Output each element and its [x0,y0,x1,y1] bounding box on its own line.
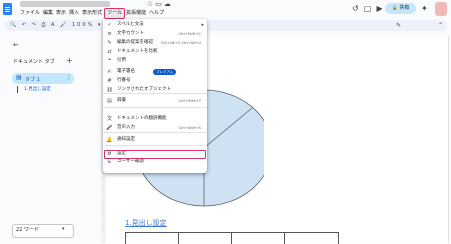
add-tab-icon[interactable]: + [66,56,73,65]
tools-menu-item[interactable]: 文ドキュメントの翻訳機能 [103,115,207,123]
share-label: 共有 [399,5,410,11]
submenu-arrow-icon: ▸ [201,22,204,28]
tab-icon: ▤ [16,74,22,81]
menu-item-label: ユーザー補助 [117,159,144,164]
menu-item-label: 行番号 [117,78,131,83]
menu-item-label: 電子署名 [117,69,135,74]
menu-item-label: ドキュメントを比較 [117,49,158,54]
menu-edit[interactable]: 編集 [43,9,56,18]
menu-item-label: スペルと文法 [117,22,144,27]
menu-file[interactable]: ファイル [20,9,43,18]
tools-menu-item[interactable]: ❝ 引用 [103,57,207,65]
document-heading[interactable]: 1.見出し設定 [125,218,167,228]
table-column-divider [284,233,285,244]
meet-icon[interactable]: ▶ [376,4,382,13]
avatar[interactable] [435,2,447,16]
word-count-icon: ≡ [107,31,112,37]
menu-item-label: 辞書 [117,98,126,103]
redo-icon[interactable]: ↷ [32,22,38,28]
settings-highlight-box [104,150,206,159]
review-icon: ✎ [107,40,112,46]
header-actions: ↺ ▢ ▶ [352,4,383,13]
menu-separator [103,132,207,133]
more-options-icon[interactable]: ⋮ [66,74,72,81]
tools-menu-item[interactable]: ✓ スペルと文法 ▸ [103,21,207,29]
zoom-select[interactable]: 100% [72,22,94,28]
back-arrow-icon[interactable]: ← [13,41,19,49]
menu-item-label: 編集の提案を確認 [117,40,153,45]
menu-separator [103,93,207,94]
docs-logo-icon[interactable] [3,3,12,15]
collapse-toolbar-icon[interactable]: ⌃ [438,22,443,29]
title-icons: ☆▭☁ [147,0,173,8]
history-icon[interactable]: ↺ [352,4,359,13]
line-numbers-icon: # [107,78,112,84]
tools-menu-item[interactable]: ⇄ ドキュメントを比較 [103,48,207,56]
edit-mode-icon[interactable]: ✎ [396,22,401,29]
tools-menu-item[interactable]: # 行番号 [103,77,207,85]
menu-separator [103,107,207,108]
chevron-down-icon[interactable]: ▾ [98,22,103,28]
outline-heading-link[interactable]: 1.見出し設定 [24,86,51,92]
menu-item-label: 引用 [117,58,126,63]
menu-bar: ファイル 編集 表示 挿入 表示形式 ツール 拡張機能 ヘルプ [20,8,167,19]
document-table[interactable] [125,232,339,244]
menu-format[interactable]: 表示形式 [82,9,105,18]
cloud-status-icon[interactable]: ☁ [164,0,173,8]
shortcut-hint: Ctrl+Alt+O Ctrl+Alt+U [160,41,201,45]
outline-indicator [17,86,18,93]
menu-insert[interactable]: 挿入 [69,9,82,18]
move-folder-icon[interactable]: ▭ [155,0,164,8]
tools-menu-item[interactable]: ▤ 辞書 Ctrl+Shift+Y [103,97,207,105]
tab-label: タブ 1 [25,77,40,83]
tools-menu-item[interactable]: ✎ 編集の提案を確認 Ctrl+Alt+O Ctrl+Alt+U [103,39,207,47]
translate-icon: 文 [106,116,112,122]
gemini-icon[interactable]: ✦ [421,4,428,13]
spellcheck-icon: ✓ [107,22,112,28]
compare-icon: ⇄ [107,49,112,55]
citation-icon: ❝ [108,58,111,64]
search-menus-icon[interactable]: 🔍 [10,22,18,28]
menu-item-label: 文字カウント [117,31,144,36]
comment-icon[interactable]: ▢ [364,4,372,13]
table-column-divider [178,233,179,244]
caret-down-icon: ▾ [62,226,65,232]
menu-view[interactable]: 表示 [56,9,69,18]
shortcut-hint: Ctrl+Shift+Y [178,99,201,103]
premium-badge: プレミアム [153,69,177,75]
paint-format-icon[interactable]: 🖌 [60,22,68,28]
menu-item-label: 通知設定 [117,137,135,142]
accessibility-icon: ♿ [107,159,112,165]
undo-icon[interactable]: ↶ [22,22,28,28]
menu-help[interactable]: ヘルプ [149,9,167,18]
document-title[interactable] [20,1,110,7]
dictionary-icon: ▤ [107,98,112,104]
lock-icon: 🔒 [391,5,398,11]
menu-separator [103,145,207,146]
spellcheck-toolbar-icon[interactable]: A [51,22,56,28]
share-button[interactable]: 🔒 共有 [385,3,416,14]
shortcut-hint: Ctrl+Shift+S [178,126,201,130]
menu-tools[interactable]: ツール [104,8,126,19]
print-icon[interactable]: ⎙ [41,22,47,28]
word-count-label: 22 ワード [16,227,39,233]
microphone-icon: 🎤 [106,125,113,131]
table-column-divider [231,233,232,244]
notification-icon: 🔔 [106,137,113,143]
toolbar-buttons: 🔍 ↶ ↷ ⎙ A 🖌 100% ▾ [10,20,102,31]
tabs-heading: ドキュメント タブ [13,59,55,65]
tools-menu-item[interactable]: ✍ 電子署名 プレミアム [103,68,207,76]
tools-menu-item[interactable]: ≡ 文字カウント Ctrl+Shift+C [103,30,207,38]
menu-extensions[interactable]: 拡張機能 [126,9,149,18]
tools-menu-item[interactable]: 🔔 通知設定 [103,136,207,144]
tools-menu-item[interactable]: 🎤 音声入力 Ctrl+Shift+S [103,124,207,132]
tools-menu-item[interactable]: ♿ ユーザー補助 [103,158,207,166]
esign-icon: ✍ [107,69,112,75]
menu-item-label: ドキュメントの翻訳機能 [117,116,167,121]
menu-item-label: 音声入力 [117,125,135,130]
shortcut-hint: Ctrl+Shift+C [178,32,202,36]
